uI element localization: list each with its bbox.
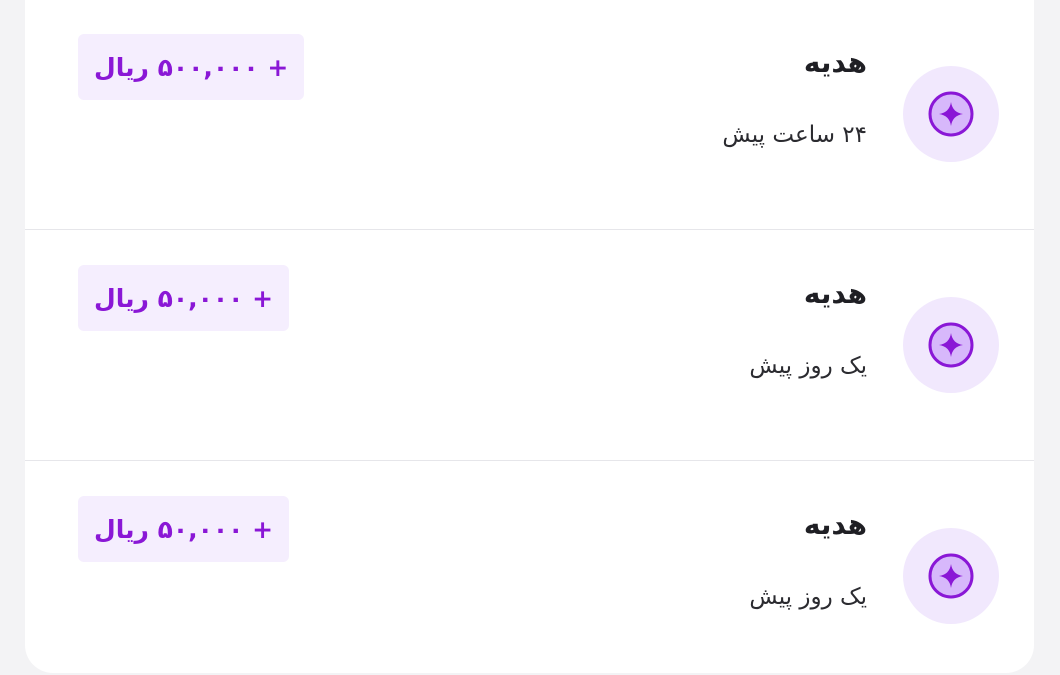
gift-icon-container	[903, 66, 999, 162]
transaction-row[interactable]: هدیه یک روز پیش + ۵۰,۰۰۰ ریال	[25, 462, 1034, 673]
transaction-time: یک روز پیش	[749, 353, 867, 379]
sparkle-icon	[928, 322, 974, 368]
transaction-row[interactable]: هدیه ۲۴ ساعت پیش + ۵۰۰,۰۰۰ ریال	[25, 0, 1034, 230]
amount-badge: + ۵۰۰,۰۰۰ ریال	[78, 34, 305, 100]
transaction-row[interactable]: هدیه یک روز پیش + ۵۰,۰۰۰ ریال	[25, 231, 1034, 461]
transaction-title: هدیه	[803, 46, 867, 79]
amount-badge: + ۵۰,۰۰۰ ریال	[78, 265, 290, 331]
transactions-card: هدیه ۲۴ ساعت پیش + ۵۰۰,۰۰۰ ریال هدیه یک …	[25, 0, 1034, 673]
divider	[25, 460, 1034, 461]
transaction-title: هدیه	[803, 277, 867, 310]
gift-icon-container	[903, 297, 999, 393]
transaction-time: ۲۴ ساعت پیش	[722, 122, 867, 148]
transaction-time: یک روز پیش	[749, 584, 867, 610]
sparkle-icon	[928, 91, 974, 137]
gift-icon-container	[903, 528, 999, 624]
transaction-title: هدیه	[803, 508, 867, 541]
amount-badge: + ۵۰,۰۰۰ ریال	[78, 496, 290, 562]
sparkle-icon	[928, 553, 974, 599]
divider	[25, 229, 1034, 230]
